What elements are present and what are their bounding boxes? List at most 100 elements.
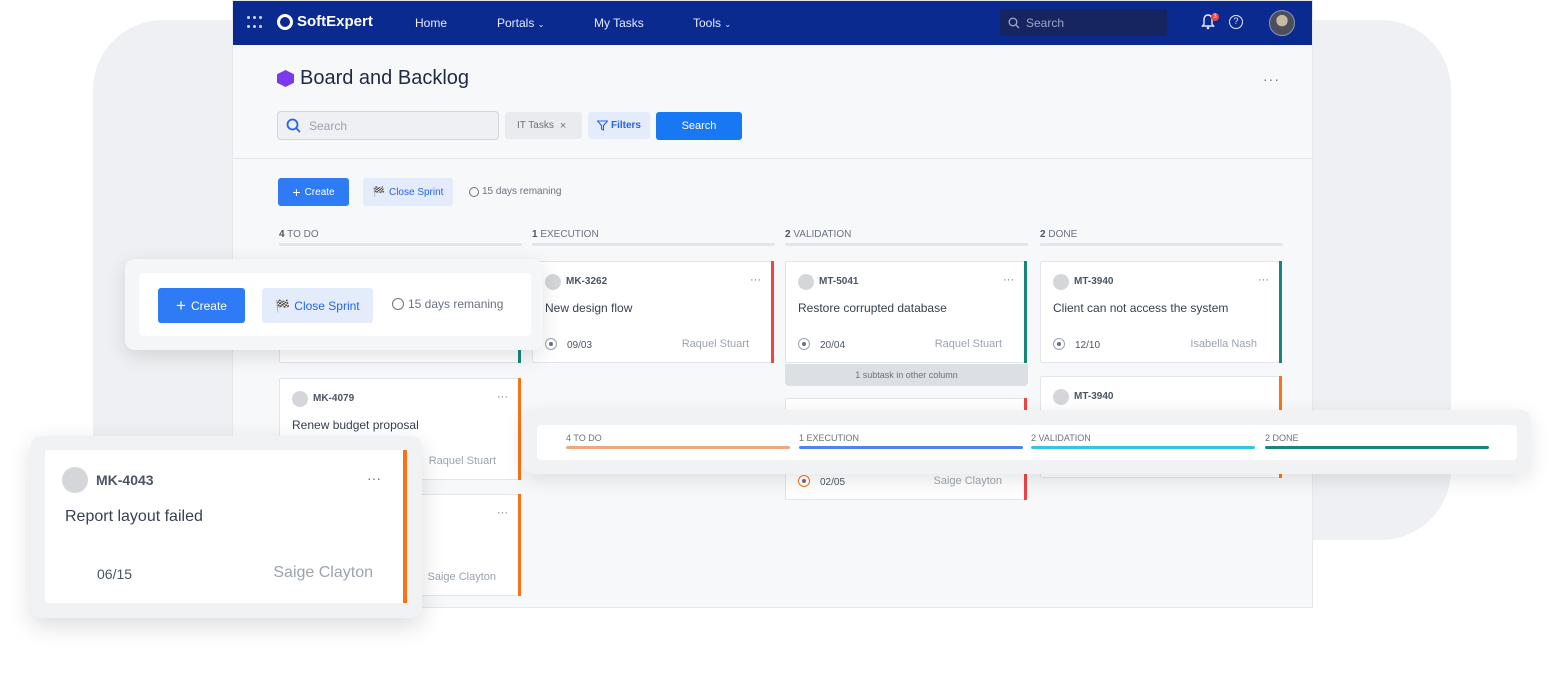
card-title: Client can not access the system	[1053, 301, 1229, 315]
plus-icon: +	[176, 295, 186, 315]
column-name: TO DO	[287, 229, 319, 240]
avatar	[798, 274, 814, 290]
flag-icon: 🏁	[275, 298, 291, 313]
create-button[interactable]: + Create	[158, 288, 245, 323]
task-card[interactable]: MT-3940 ··· Client can not access the sy…	[1040, 261, 1282, 363]
avatar	[292, 391, 308, 407]
floating-toolbar-panel: + Create 🏁 Close Sprint 15 days remaning	[139, 273, 531, 336]
nav-tools[interactable]: Tools ⌄	[693, 16, 731, 30]
floating-card-callout: MK-4043 ··· Report layout failed 06/15 S…	[31, 436, 422, 618]
close-icon[interactable]: ×	[560, 120, 566, 132]
header-divider	[233, 158, 1312, 159]
column-header-todo: 4 TO DO	[566, 433, 790, 443]
subtask-note[interactable]: 1 subtask in other column	[785, 364, 1028, 386]
card-id: MK-4043	[96, 472, 154, 488]
card-more-icon[interactable]: ···	[1258, 274, 1269, 286]
card-more-icon[interactable]: ···	[367, 470, 381, 486]
card-status-stripe	[771, 261, 774, 363]
filters-button[interactable]: Filters	[588, 112, 650, 139]
clock-icon	[392, 298, 404, 310]
column-name: VALIDATION	[1038, 433, 1091, 443]
plus-icon: +	[292, 184, 301, 200]
clock-icon	[469, 186, 479, 197]
card-title: Restore corrupted database	[798, 301, 947, 315]
card-more-icon[interactable]: ···	[497, 391, 508, 403]
close-sprint-button[interactable]: 🏁 Close Sprint	[363, 178, 453, 206]
column-header-todo: 4 TO DO	[279, 229, 522, 240]
column-header-done: 2 DONE	[1265, 433, 1489, 443]
column-bar	[279, 243, 522, 246]
column-bar-todo	[566, 446, 790, 449]
column-header-execution: 1 EXECUTION	[799, 433, 1023, 443]
close-sprint-label: Close Sprint	[294, 298, 360, 313]
card-id: MK-4079	[313, 393, 355, 404]
avatar	[545, 274, 561, 290]
card-more-icon[interactable]: ···	[750, 274, 761, 286]
close-sprint-button[interactable]: 🏁 Close Sprint	[262, 288, 373, 323]
page-title: Board and Backlog	[277, 67, 469, 90]
card-more-icon[interactable]: ···	[497, 507, 508, 519]
column-header-validation: 2 VALIDATION	[785, 229, 1028, 240]
card-status-stripe	[1024, 261, 1027, 363]
nav-portals[interactable]: Portals ⌄	[497, 16, 544, 30]
board-search-placeholder: Search	[309, 118, 348, 133]
card-assignee: Raquel Stuart	[681, 338, 749, 350]
card-status-stripe	[518, 494, 521, 596]
help-icon[interactable]: ?	[1229, 15, 1243, 29]
board-icon	[277, 70, 294, 87]
app-launcher-icon[interactable]	[247, 16, 263, 30]
card-status-stripe	[518, 378, 521, 480]
column-count: 4	[279, 229, 285, 240]
column-header-done: 2 DONE	[1040, 229, 1283, 240]
column-name: DONE	[1272, 433, 1299, 443]
column-name: DONE	[1048, 229, 1078, 240]
card-status-stripe	[1279, 261, 1282, 363]
column-bar-execution	[799, 446, 1023, 449]
column-bar-done	[1265, 446, 1489, 449]
brand-logo[interactable]: SoftExpert	[277, 13, 373, 30]
user-avatar[interactable]	[1269, 10, 1295, 36]
more-options-icon[interactable]: ···	[1263, 71, 1280, 87]
search-button[interactable]: Search	[656, 112, 742, 140]
column-name: EXECUTION	[806, 433, 860, 443]
task-card[interactable]: MK-3262 ··· New design flow 09/03 Raquel…	[532, 261, 774, 363]
card-assignee: Saige Clayton	[273, 564, 373, 581]
card-status-stripe	[403, 450, 407, 603]
chevron-down-icon: ⌄	[537, 20, 545, 29]
days-remaining-text: 15 days remaning	[408, 297, 504, 311]
card-assignee: Saige Clayton	[933, 475, 1003, 487]
column-count: 1	[532, 229, 538, 240]
status-radio-icon	[1053, 338, 1065, 350]
create-button[interactable]: + Create	[278, 178, 349, 206]
nav-home[interactable]: Home	[415, 16, 447, 30]
nav-my-tasks[interactable]: My Tasks	[594, 16, 644, 30]
card-assignee: Raquel Stuart	[934, 338, 1002, 350]
nav-tools-label: Tools	[693, 16, 722, 30]
floating-toolbar-callout: + Create 🏁 Close Sprint 15 days remaning	[125, 259, 543, 350]
filter-chip-label: IT Tasks	[517, 120, 554, 131]
card-assignee: Raquel Stuart	[428, 455, 496, 467]
sprint-days-remaining: 15 days remaning	[469, 186, 562, 197]
page-title-text: Board and Backlog	[300, 67, 470, 89]
avatar	[1053, 389, 1069, 405]
create-label: Create	[304, 186, 335, 198]
column-count: 1	[799, 433, 805, 443]
column-bar	[1040, 243, 1283, 246]
avatar	[62, 467, 88, 493]
search-icon	[1008, 17, 1020, 28]
close-sprint-label: Close Sprint	[388, 186, 444, 198]
task-card[interactable]: MT-5041 ··· Restore corrupted database 2…	[785, 261, 1027, 363]
card-more-icon[interactable]: ···	[1003, 274, 1014, 286]
filters-label: Filters	[610, 120, 641, 131]
task-card-enlarged[interactable]: MK-4043 ··· Report layout failed 06/15 S…	[45, 450, 407, 603]
card-id: MK-3262	[566, 276, 608, 287]
global-search-input[interactable]: Search	[1000, 9, 1167, 36]
board-search-input[interactable]: Search	[277, 111, 499, 140]
floating-columns-callout: 4 TO DO 1 EXECUTION 2 VALIDATION 2 DONE	[523, 410, 1531, 474]
filter-chip-it-tasks[interactable]: IT Tasks ×	[505, 112, 582, 139]
floating-columns-panel: 4 TO DO 1 EXECUTION 2 VALIDATION 2 DONE	[537, 425, 1517, 460]
column-header-execution: 1 EXECUTION	[532, 229, 775, 240]
card-date: 20/04	[820, 340, 846, 351]
card-id: MT-5041	[819, 276, 859, 287]
card-date: 12/10	[1075, 340, 1101, 351]
